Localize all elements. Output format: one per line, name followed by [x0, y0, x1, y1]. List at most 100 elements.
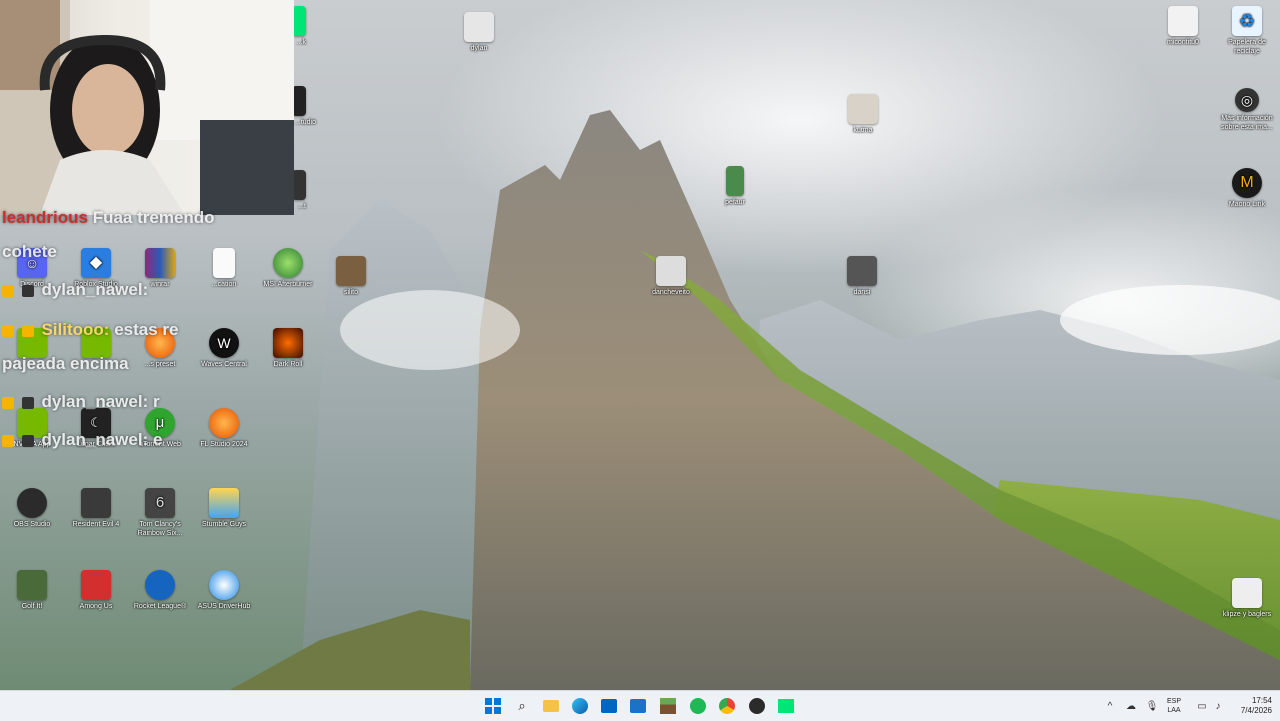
maono-link-icon: M: [1232, 168, 1262, 198]
sub-badge-icon: [21, 324, 34, 337]
taskbar: ⌕ ^ ☁ 🎙 ESP LAA ▭ ♪ 17:54 7/4/2026: [0, 690, 1280, 721]
search-icon: ⌕: [518, 698, 526, 713]
stumble-guys-icon: [209, 488, 239, 518]
icon-label: silito: [343, 289, 358, 296]
desktop-icon-dansi[interactable]: dansi: [830, 256, 894, 297]
desktop-icon-more-info[interactable]: ◎ Más información sobre esta ima...: [1215, 88, 1279, 132]
taskbar-chrome[interactable]: [717, 696, 737, 716]
desktop-icon-rainbow-six[interactable]: 6 Tom Clancy's Rainbow Six...: [128, 488, 192, 538]
chrome-icon: [719, 698, 735, 714]
taskbar-store[interactable]: [599, 696, 619, 716]
desktop-icon-resident-evil-4[interactable]: Resident Evil 4: [64, 488, 128, 529]
icon-label: Rocket League®: [133, 603, 187, 610]
minecraft-icon: [660, 698, 676, 714]
taskbar-obs[interactable]: [747, 696, 767, 716]
chat-text: e: [152, 430, 163, 449]
image-file-icon: [336, 256, 366, 286]
desktop-icon-maono-link[interactable]: M Maono Link: [1215, 168, 1279, 209]
outlook-icon: [630, 699, 646, 713]
desktop-icon-rocket-league[interactable]: Rocket League®: [128, 570, 192, 611]
icon-label: micontitu0: [1167, 39, 1199, 46]
keyboard-layout: LAA: [1167, 707, 1181, 714]
search-button[interactable]: ⌕: [512, 696, 532, 716]
desktop-icon-asus-driverhub[interactable]: ASUS DriverHub: [192, 570, 256, 611]
icon-label: Golf It!: [21, 603, 43, 610]
desktop-icon-stumble-guys[interactable]: Stumble Guys: [192, 488, 256, 529]
taskbar-outlook[interactable]: [628, 696, 648, 716]
icon-label: OBS Studio: [13, 521, 51, 528]
chevron-up-icon: ^: [1107, 700, 1113, 712]
webcam-overlay: [0, 0, 294, 215]
icon-label: Maono Link: [1228, 201, 1266, 208]
icon-label: Tom Clancy's Rainbow Six...: [137, 521, 183, 537]
desktop-icon-klipze[interactable]: klipze y baglers: [1215, 578, 1279, 619]
chat-message: leandrious Fuaa tremendo: [2, 208, 215, 228]
speaker-icon: ♪: [1215, 700, 1221, 712]
chat-message: Silitooo: estas re: [2, 320, 178, 340]
icon-label: Among Us: [79, 603, 113, 610]
start-button[interactable]: [483, 696, 503, 716]
chat-username: dylan_nawel:: [41, 280, 149, 299]
image-file-icon: [1232, 578, 1262, 608]
language-indicator[interactable]: ESP LAA: [1163, 697, 1185, 715]
chat-message: dylan_nawel: e: [2, 430, 162, 450]
app-icon: [292, 170, 306, 200]
icon-label: Resident Evil 4: [72, 521, 120, 528]
image-file-icon: [656, 256, 686, 286]
icon-label: Papelera de reciclaje: [1228, 39, 1266, 55]
icon-label: Stumble Guys: [202, 521, 246, 528]
among-us-icon: [81, 570, 111, 600]
icon-label: ASUS DriverHub: [197, 603, 251, 610]
store-icon: [601, 699, 617, 713]
desktop-icon-among-us[interactable]: Among Us: [64, 570, 128, 611]
clock[interactable]: 17:54 7/4/2026: [1226, 696, 1272, 716]
taskbar-spotify[interactable]: [688, 696, 708, 716]
network-icon: ▭: [1197, 700, 1207, 712]
crown-badge-icon: [2, 434, 14, 447]
chat-text: estas re: [114, 320, 179, 339]
rainbow-six-icon: 6: [145, 488, 175, 518]
crown-badge-icon: [2, 324, 14, 337]
obs-icon: [17, 488, 47, 518]
desktop-icon-dancheveito[interactable]: dancheveito: [639, 256, 703, 297]
tray-volume[interactable]: ♪: [1208, 696, 1228, 716]
chat-username: leandrious: [2, 208, 88, 227]
image-file-icon: [848, 94, 878, 124]
image-file-icon: [726, 166, 744, 196]
clock-time: 17:54: [1251, 696, 1272, 705]
golf-it-icon: [17, 570, 47, 600]
desktop-icon-recycle-bin[interactable]: ♻ Papelera de reciclaje: [1215, 6, 1279, 56]
spotify-icon: [690, 698, 706, 714]
icon-label: dancheveito: [652, 289, 690, 296]
desktop-icon-golf-it[interactable]: Golf It!: [0, 570, 64, 611]
desktop-icon-silito[interactable]: silito: [319, 256, 383, 297]
desktop-icon-obs-studio[interactable]: OBS Studio: [0, 488, 64, 529]
chat-username: dylan_nawel:: [41, 392, 149, 411]
webcam-feed-image: [0, 0, 294, 215]
tray-overflow-button[interactable]: ^: [1100, 696, 1120, 716]
desktop-icon-micontitu[interactable]: micontitu0: [1151, 6, 1215, 47]
image-file-icon: [464, 12, 494, 42]
file-explorer-icon: [543, 700, 559, 712]
taskbar-minecraft[interactable]: [658, 696, 678, 716]
rocket-league-icon: [145, 570, 175, 600]
chat-message: dylan_nawel: r: [2, 392, 160, 412]
microphone-icon: 🎙: [1145, 700, 1159, 712]
icon-label: dylan: [470, 45, 488, 52]
clock-date: 7/4/2026: [1240, 706, 1272, 715]
icon-label: kutma: [853, 127, 873, 134]
desktop-icon-kutma[interactable]: kutma: [831, 94, 895, 135]
taskbar-edge[interactable]: [570, 696, 590, 716]
desktop-background: dylan kutma pefaur silito dancheveito da…: [0, 0, 1280, 690]
chat-username: dylan_nawel:: [41, 430, 149, 449]
taskbar-green-app[interactable]: [776, 696, 796, 716]
taskbar-file-explorer[interactable]: [541, 696, 561, 716]
sub-badge-icon: [21, 396, 34, 409]
tray-microphone[interactable]: 🎙: [1142, 696, 1162, 716]
icon-label: pefaur: [725, 199, 745, 206]
icon-label: klipze y baglers: [1222, 611, 1272, 618]
obs-icon: [749, 698, 765, 714]
desktop-icon-dylan[interactable]: dylan: [447, 12, 511, 53]
desktop-icon-pefaur[interactable]: pefaur: [703, 166, 767, 207]
tray-onedrive[interactable]: ☁: [1121, 696, 1141, 716]
